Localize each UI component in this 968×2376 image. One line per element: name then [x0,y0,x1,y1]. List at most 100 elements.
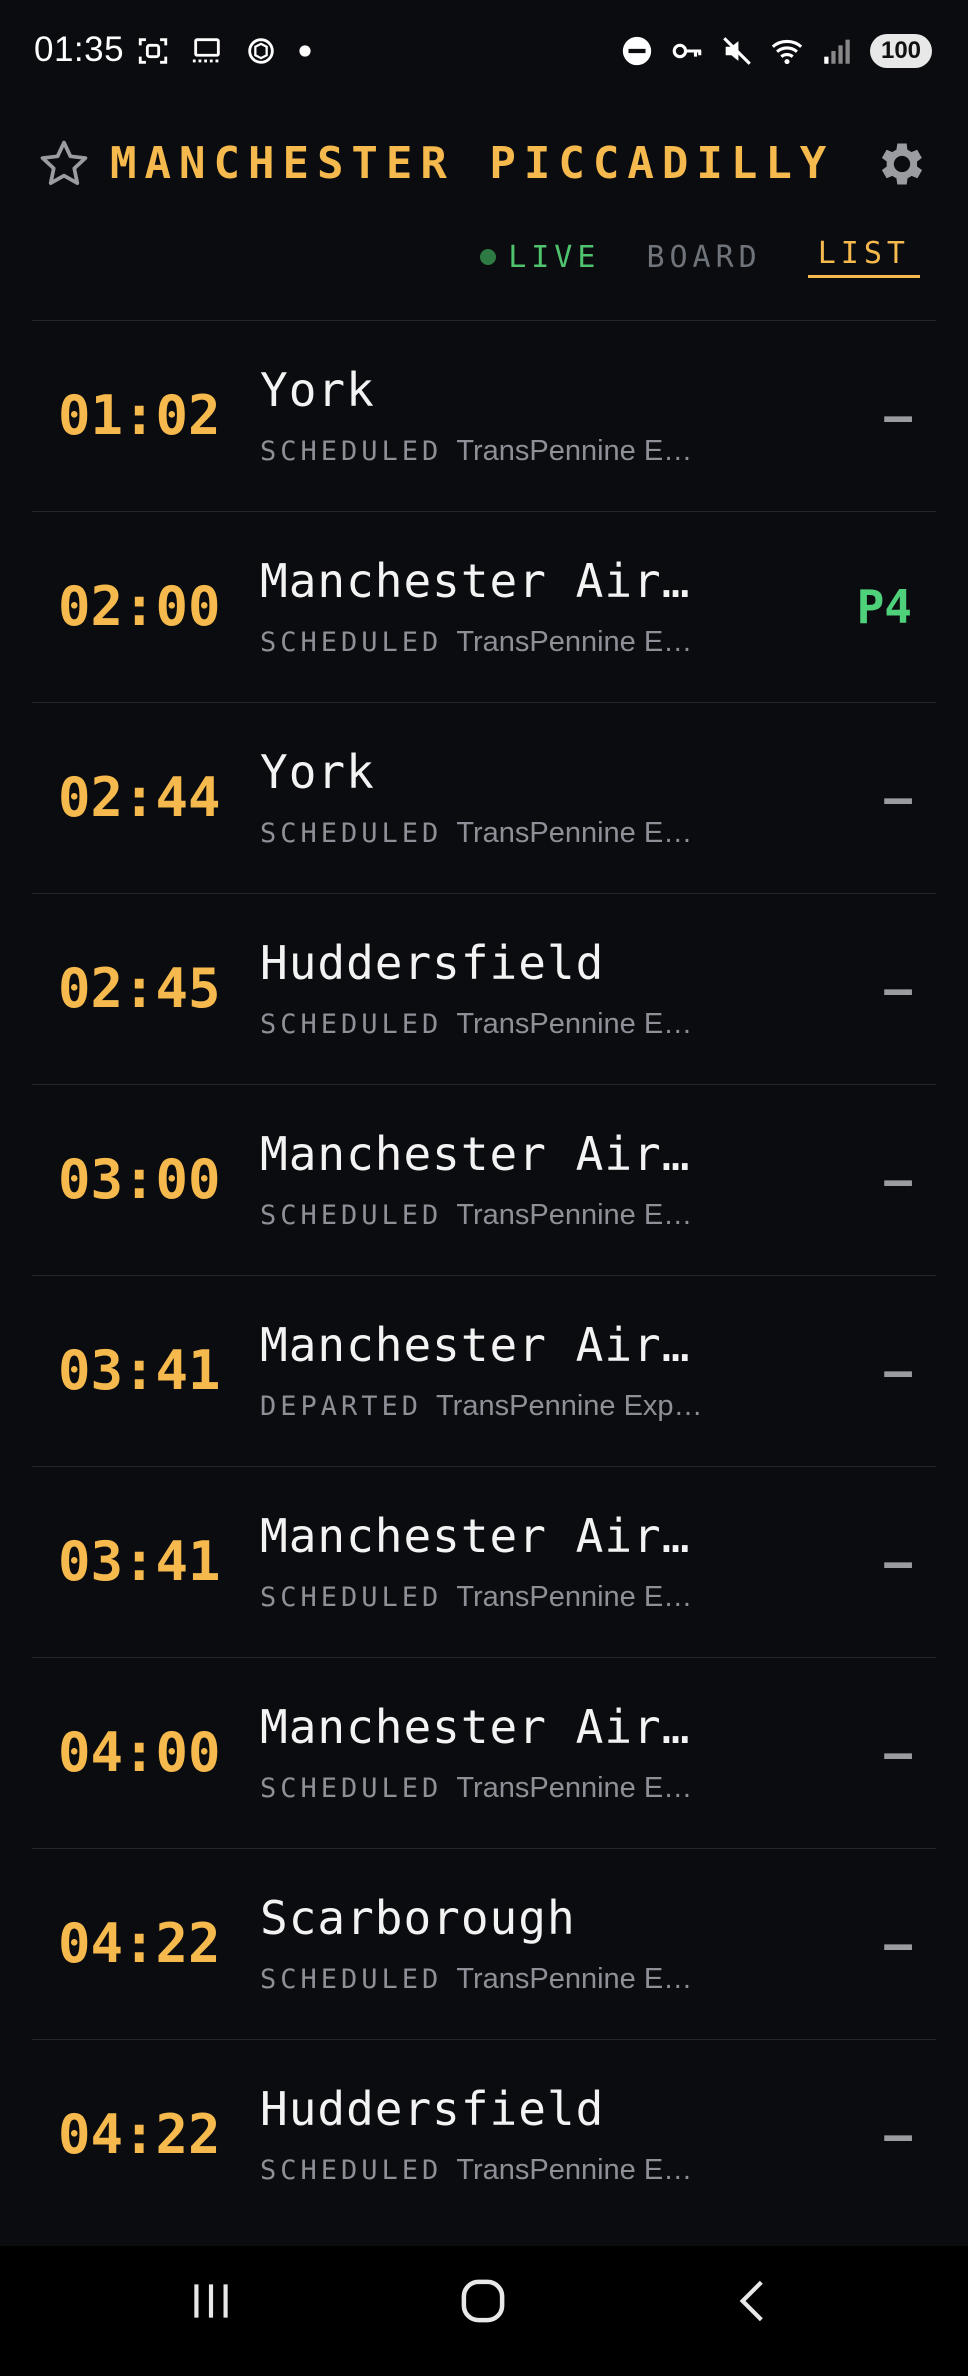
notification-dot-icon [299,45,311,57]
recent-apps-icon[interactable] [186,2276,236,2326]
departure-operator: TransPennine E… [456,1963,693,1995]
departure-subline: DEPARTED TransPennine Exp… [260,1390,703,1423]
departure-row[interactable]: 02:45 Huddersfield SCHEDULED TransPennine… [32,894,936,1085]
departure-platform: — [884,1344,912,1398]
departure-time: 02:45 [58,957,221,1020]
tab-live-label: LIVE [508,239,601,275]
departure-status: DEPARTED [260,1391,423,1422]
departure-time: 04:00 [58,1721,221,1784]
departure-subline: SCHEDULED TransPennine E… [260,1199,692,1232]
departure-row[interactable]: 04:22 Huddersfield SCHEDULED TransPennine… [32,2040,936,2230]
departure-platform: — [884,771,912,825]
star-outline-icon[interactable] [36,136,92,192]
status-right-icons: 100 [620,34,932,68]
departure-platform: — [884,1535,912,1589]
screenshot-icon [138,38,168,64]
departure-subline: SCHEDULED TransPennine E… [260,435,692,468]
departure-destination: Huddersfield [260,2082,605,2136]
departure-row[interactable]: 02:00 Manchester Air… SCHEDULED TransPenn… [32,512,936,703]
system-nav-bar [0,2246,968,2376]
departure-row[interactable]: 04:00 Manchester Air… SCHEDULED TransPenn… [32,1658,936,1849]
battery-indicator: 100 [870,34,932,68]
departure-destination: Scarborough [260,1891,576,1945]
departure-platform: — [884,1726,912,1780]
app-header: MANCHESTER PICCADILLY [0,120,968,210]
departure-status: SCHEDULED [260,436,443,467]
departure-time: 02:00 [58,575,221,638]
departure-operator: TransPennine E… [456,1199,693,1231]
departure-status: SCHEDULED [260,1773,443,1804]
home-icon[interactable] [456,2274,510,2328]
departure-destination: Manchester Air… [260,1127,691,1181]
status-left-icons [136,34,312,68]
departure-time: 04:22 [58,2103,221,2166]
departure-row[interactable]: 02:44 York SCHEDULED TransPennine E… — [32,703,936,894]
vpn-key-icon [672,43,702,59]
status-bar: 01:35 100 [0,0,968,104]
departure-destination: Manchester Air… [260,554,691,608]
tab-board[interactable]: BOARD [646,240,761,275]
departure-status: SCHEDULED [260,2155,443,2186]
wifi-icon [771,39,803,65]
tab-list[interactable]: LIST [807,236,920,278]
signal-icon [824,39,850,64]
departure-destination: York [260,745,375,799]
gear-icon[interactable] [874,136,930,192]
departures-list: 01:02 York SCHEDULED TransPennine E… — 02… [32,320,936,2230]
chatgpt-icon [248,38,274,64]
departure-operator: TransPennine E… [456,435,693,467]
departure-row[interactable]: 01:02 York SCHEDULED TransPennine E… — [32,321,936,512]
departure-operator: TransPennine E… [456,1008,693,1040]
departure-subline: SCHEDULED TransPennine E… [260,626,692,659]
departure-destination: Manchester Air… [260,1318,691,1372]
departure-status: SCHEDULED [260,1009,443,1040]
departure-platform: — [884,2108,912,2162]
departure-row[interactable]: 03:00 Manchester Air… SCHEDULED TransPenn… [32,1085,936,1276]
departure-destination: Manchester Air… [260,1700,691,1754]
departure-status: SCHEDULED [260,1582,443,1613]
departure-row[interactable]: 03:41 Manchester Air… DEPARTED TransPenni… [32,1276,936,1467]
departure-subline: SCHEDULED TransPennine E… [260,2154,692,2187]
departure-operator: TransPennine E… [456,1581,693,1613]
departure-operator: TransPennine Exp… [436,1390,703,1422]
departure-subline: SCHEDULED TransPennine E… [260,1008,692,1041]
departure-destination: Manchester Air… [260,1509,691,1563]
departure-operator: TransPennine E… [456,2154,693,2186]
live-dot-icon [480,249,497,265]
departure-status: SCHEDULED [260,1200,443,1231]
tab-live[interactable]: LIVE [480,240,600,275]
departure-subline: SCHEDULED TransPennine E… [260,1963,692,1996]
departure-operator: TransPennine E… [456,817,693,849]
do-not-disturb-icon [622,36,652,66]
departure-platform: — [884,389,912,443]
station-title: MANCHESTER PICCADILLY [110,138,835,189]
departure-time: 03:41 [58,1530,221,1593]
status-time: 01:35 [34,30,125,69]
departure-time: 02:44 [58,766,221,829]
departure-subline: SCHEDULED TransPennine E… [260,817,692,850]
departure-destination: Huddersfield [260,936,605,990]
departure-platform: — [884,1917,912,1971]
departure-time: 04:22 [58,1912,221,1975]
departure-status: SCHEDULED [260,627,443,658]
departure-operator: TransPennine E… [456,1772,693,1804]
view-tabs: LIVE BOARD LIST [480,232,920,282]
departure-row[interactable]: 03:41 Manchester Air… SCHEDULED TransPenn… [32,1467,936,1658]
departure-time: 01:02 [58,384,221,447]
departure-status: SCHEDULED [260,818,443,849]
departure-platform: — [884,1153,912,1207]
departure-status: SCHEDULED [260,1964,443,1995]
departure-subline: SCHEDULED TransPennine E… [260,1581,692,1614]
departure-time: 03:00 [58,1148,221,1211]
departure-platform: P4 [856,580,912,634]
departure-subline: SCHEDULED TransPennine E… [260,1772,692,1805]
battery-level: 100 [880,37,922,64]
departure-row[interactable]: 04:22 Scarborough SCHEDULED TransPennine … [32,1849,936,2040]
back-icon[interactable] [728,2276,778,2326]
departure-platform: — [884,962,912,1016]
cast-icon [192,38,222,63]
mute-icon [723,37,751,65]
departure-destination: York [260,363,375,417]
departure-operator: TransPennine E… [456,626,693,658]
departure-time: 03:41 [58,1339,221,1402]
